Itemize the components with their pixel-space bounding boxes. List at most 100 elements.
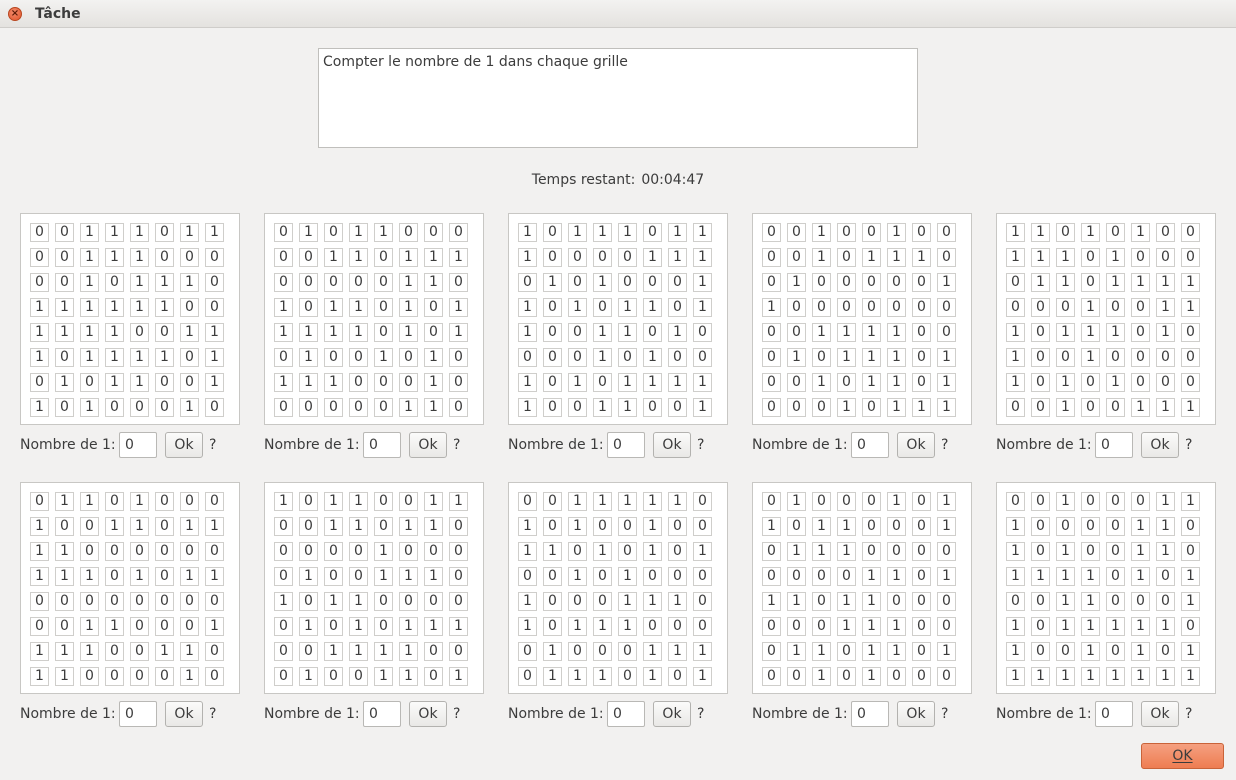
grid-cell: 1: [693, 298, 712, 317]
ok-button-3[interactable]: Ok: [653, 432, 691, 458]
grid-cell: 1: [1181, 298, 1200, 317]
grid-cell: 0: [55, 348, 74, 367]
grid-cell: 0: [668, 298, 687, 317]
grid-cell: 1: [1106, 373, 1125, 392]
grid-cell: 0: [1156, 642, 1175, 661]
grid-10: 0010001110000110101001101111010100110001…: [996, 482, 1216, 694]
grid-cell: 1: [1006, 517, 1025, 536]
grid-cell: 1: [887, 223, 906, 242]
grid-cell: 0: [130, 642, 149, 661]
grid-cell: 0: [155, 248, 174, 267]
grid-cell: 0: [693, 492, 712, 511]
grid-cell: 1: [324, 323, 343, 342]
close-icon[interactable]: ×: [8, 7, 22, 21]
grid-cell: 0: [812, 273, 831, 292]
grid-cell: 0: [274, 398, 293, 417]
ok-button-7[interactable]: Ok: [409, 701, 447, 727]
grid-cell: 0: [668, 617, 687, 636]
grid-cell: 1: [568, 517, 587, 536]
grid-cell: 1: [568, 617, 587, 636]
timer: Temps restant: 00:04:47: [0, 172, 1236, 188]
grid-cell: 0: [568, 348, 587, 367]
grid-cell: 1: [1131, 542, 1150, 561]
grid-cell: 1: [349, 517, 368, 536]
ok-button-8[interactable]: Ok: [653, 701, 691, 727]
grid-cell: 0: [762, 273, 781, 292]
grid-cell: 1: [812, 517, 831, 536]
grid-cell: 0: [155, 373, 174, 392]
grid-cell: 1: [618, 617, 637, 636]
grid-cell: 1: [399, 667, 418, 686]
answer-input-10[interactable]: [1095, 701, 1133, 727]
grid-cell: 1: [1181, 592, 1200, 611]
grid-cell: 1: [1056, 542, 1075, 561]
grid-cell: 1: [399, 298, 418, 317]
grid-cell: 1: [1006, 667, 1025, 686]
grid-cell: 1: [1131, 223, 1150, 242]
instructions-textarea[interactable]: Compter le nombre de 1 dans chaque grill…: [318, 48, 918, 148]
answer-input-3[interactable]: [607, 432, 645, 458]
grid-cell: 0: [80, 542, 99, 561]
grid-cell: 0: [155, 223, 174, 242]
ok-button-2[interactable]: Ok: [409, 432, 447, 458]
grid-cell: 1: [787, 273, 806, 292]
answer-input-2[interactable]: [363, 432, 401, 458]
ok-button-1[interactable]: Ok: [165, 432, 203, 458]
ok-button-9[interactable]: Ok: [897, 701, 935, 727]
grid-cell: 1: [180, 398, 199, 417]
grid-cell: 0: [593, 373, 612, 392]
grid-cell: 1: [668, 592, 687, 611]
grid-cell: 1: [937, 492, 956, 511]
grid-cell: 1: [618, 592, 637, 611]
grid-cell: 1: [1156, 492, 1175, 511]
grid-cell: 0: [180, 542, 199, 561]
grid-cell: 1: [887, 492, 906, 511]
answer-input-7[interactable]: [363, 701, 401, 727]
grid-cell: 0: [937, 298, 956, 317]
grid-cell: 0: [543, 298, 562, 317]
grid-cell: 0: [55, 398, 74, 417]
answer-input-5[interactable]: [1095, 432, 1133, 458]
grid-cell: 0: [912, 273, 931, 292]
grid-cell: 1: [30, 642, 49, 661]
grid-cell: 0: [568, 542, 587, 561]
grid-cell: 1: [643, 542, 662, 561]
ok-button-10[interactable]: Ok: [1141, 701, 1179, 727]
grid-2: 0101100000110111000001101011010111110101…: [264, 213, 484, 425]
ok-main-button[interactable]: OK: [1141, 743, 1224, 769]
grid-cell: 0: [1131, 592, 1150, 611]
grid-cell: 1: [1156, 517, 1175, 536]
grid-cell: 1: [812, 323, 831, 342]
ok-button-4[interactable]: Ok: [897, 432, 935, 458]
grid-cell: 1: [399, 567, 418, 586]
grid-cell: 1: [568, 223, 587, 242]
answer-input-8[interactable]: [607, 701, 645, 727]
grid-cell: 0: [912, 373, 931, 392]
grid-cell: 0: [105, 667, 124, 686]
grid-cell: 0: [1131, 373, 1150, 392]
answer-label: Nombre de 1:: [752, 706, 848, 722]
question-mark: ?: [209, 437, 217, 453]
answer-input-1[interactable]: [119, 432, 157, 458]
grid-cell: 1: [643, 642, 662, 661]
grid-cell: 1: [812, 248, 831, 267]
grid-cell: 0: [1181, 223, 1200, 242]
grid-cell: 1: [349, 298, 368, 317]
grid-cell: 0: [1106, 592, 1125, 611]
grid-cell: 0: [762, 617, 781, 636]
grid-cell: 0: [937, 592, 956, 611]
grid-cell: 1: [762, 298, 781, 317]
grid-cell: 0: [324, 617, 343, 636]
answer-input-4[interactable]: [851, 432, 889, 458]
answer-input-6[interactable]: [119, 701, 157, 727]
grid-cell: 0: [1056, 298, 1075, 317]
grid-cell: 1: [618, 298, 637, 317]
ok-button-6[interactable]: Ok: [165, 701, 203, 727]
grid-cell: 1: [518, 398, 537, 417]
ok-button-5[interactable]: Ok: [1141, 432, 1179, 458]
grid-cell: 1: [1181, 567, 1200, 586]
grid-cell: 1: [593, 667, 612, 686]
answer-input-9[interactable]: [851, 701, 889, 727]
grid-cell: 0: [349, 667, 368, 686]
grid-cell: 0: [668, 273, 687, 292]
